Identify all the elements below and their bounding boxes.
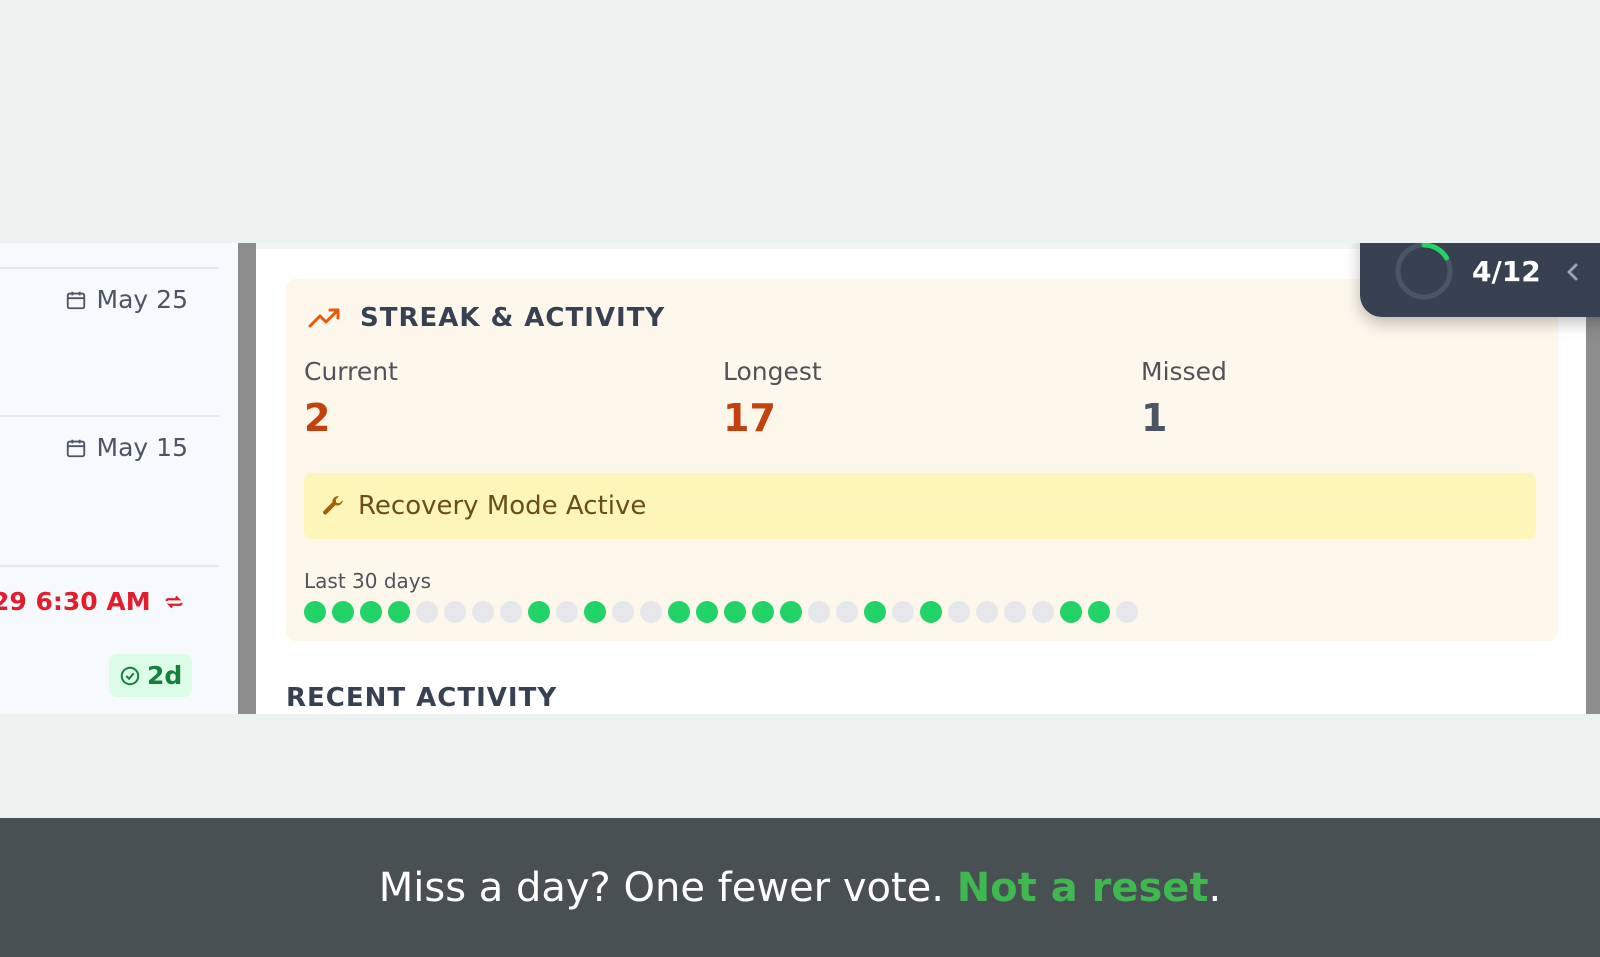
chevron-left-icon[interactable]: [1562, 257, 1584, 287]
activity-dot-inactive: [976, 601, 998, 623]
caption-period: .: [1208, 864, 1222, 911]
activity-dot-active: [360, 601, 382, 623]
list-divider: [0, 415, 219, 417]
recent-activity-heading: RECENT ACTIVITY: [286, 683, 558, 713]
date-label: May 15: [96, 433, 188, 462]
activity-dot-active: [584, 601, 606, 623]
activity-dot-active: [1088, 601, 1110, 623]
activity-dot-active: [780, 601, 802, 623]
activity-dot-inactive: [556, 601, 578, 623]
progress-count: 4/12: [1472, 255, 1541, 288]
activity-dot-active: [332, 601, 354, 623]
list-divider: [0, 267, 219, 269]
activity-dot-active: [668, 601, 690, 623]
date-label: May 25: [96, 285, 188, 314]
activity-dot-inactive: [1116, 601, 1138, 623]
activity-dot-inactive: [500, 601, 522, 623]
stat-label: Missed: [1141, 357, 1227, 386]
activity-dot-inactive: [472, 601, 494, 623]
recovery-banner: Recovery Mode Active: [304, 473, 1536, 539]
stat-current: Current 2: [304, 357, 398, 440]
caption-text: Miss a day? One fewer vote.: [378, 864, 957, 911]
task-list-panel: May 25 May 15 29 6:30 AM 2d: [0, 243, 238, 714]
activity-dot-active: [304, 601, 326, 623]
card-title: STREAK & ACTIVITY: [360, 303, 666, 333]
activity-dot-active: [864, 601, 886, 623]
activity-dot-active: [752, 601, 774, 623]
repeat-icon: [165, 595, 183, 608]
stat-value: 17: [723, 396, 776, 440]
activity-dot-active: [696, 601, 718, 623]
activity-dot-active: [1060, 601, 1082, 623]
stat-label: Longest: [723, 357, 822, 386]
trend-up-icon: [308, 308, 340, 328]
recovery-text: Recovery Mode Active: [358, 491, 647, 521]
activity-dot-inactive: [892, 601, 914, 623]
calendar-icon: [66, 291, 85, 309]
stat-value: 2: [304, 396, 331, 440]
progress-ring: [1395, 243, 1453, 300]
activity-dot-inactive: [948, 601, 970, 623]
activity-dot-inactive: [808, 601, 830, 623]
stat-missed: Missed 1: [1141, 357, 1227, 440]
overdue-time[interactable]: 29 6:30 AM: [0, 587, 185, 616]
last-days-label: Last 30 days: [304, 569, 432, 593]
activity-dot-inactive: [640, 601, 662, 623]
activity-dots: [304, 601, 1138, 623]
list-item-date[interactable]: May 25: [65, 285, 188, 314]
list-divider: [0, 565, 219, 567]
badge-label: 2d: [147, 661, 183, 690]
activity-dot-inactive: [836, 601, 858, 623]
stat-value: 1: [1141, 396, 1168, 440]
streak-badge: 2d: [109, 654, 193, 697]
activity-dot-inactive: [1004, 601, 1026, 623]
activity-dot-active: [528, 601, 550, 623]
list-item-date[interactable]: May 15: [65, 433, 188, 462]
calendar-icon: [66, 439, 85, 457]
activity-dot-inactive: [444, 601, 466, 623]
check-circle-icon: [120, 666, 140, 685]
activity-dot-active: [388, 601, 410, 623]
streak-activity-card: STREAK & ACTIVITY Current 2 Longest 17 M…: [286, 279, 1558, 641]
wrench-icon: [323, 496, 343, 515]
caption-bar: Miss a day? One fewer vote. Not a reset.: [0, 818, 1600, 957]
progress-widget[interactable]: 4/12: [1360, 243, 1600, 317]
caption-highlight: Not a reset: [956, 864, 1209, 911]
activity-dot-active: [724, 601, 746, 623]
app-screenshot: May 25 May 15 29 6:30 AM 2d STREAK & ACT…: [0, 243, 1600, 714]
stat-label: Current: [304, 357, 398, 386]
time-label: 29 6:30 AM: [0, 587, 151, 616]
activity-dot-inactive: [612, 601, 634, 623]
activity-dot-active: [920, 601, 942, 623]
activity-dot-inactive: [416, 601, 438, 623]
stat-longest: Longest 17: [723, 357, 822, 440]
card-header: STREAK & ACTIVITY: [308, 303, 665, 333]
activity-dot-inactive: [1032, 601, 1054, 623]
scrollbar[interactable]: [238, 243, 256, 714]
